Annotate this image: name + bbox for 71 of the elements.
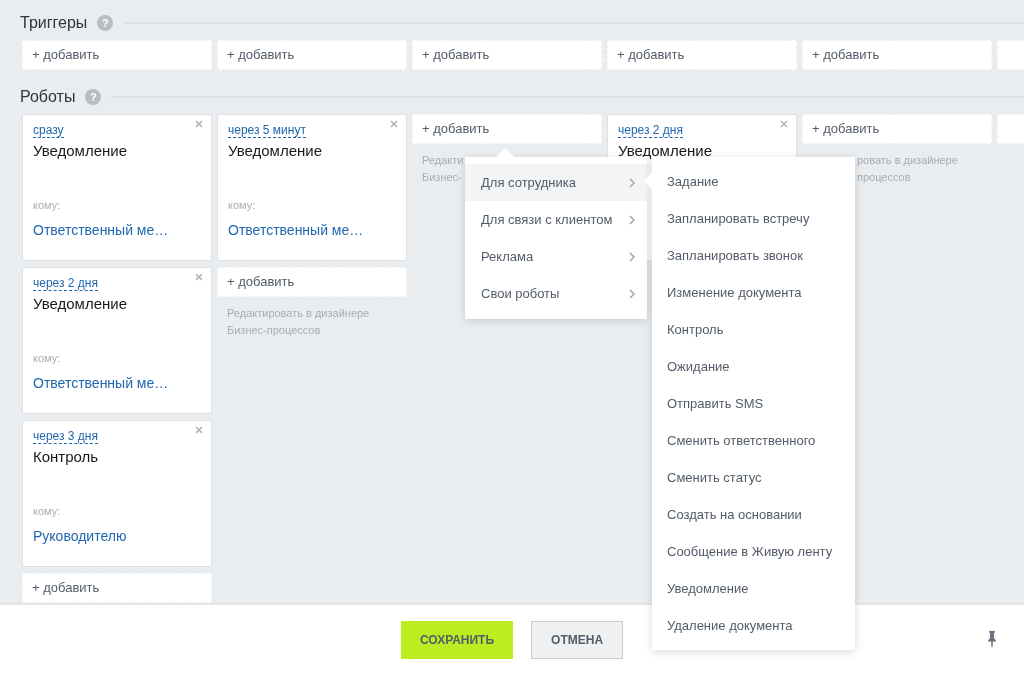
add-slot[interactable]: + добавить (412, 114, 602, 144)
section-title: Триггеры (20, 15, 88, 31)
submenu-item[interactable]: Запланировать встречу (652, 200, 855, 237)
add-link[interactable]: + добавить (617, 45, 685, 65)
recipient-label: кому: (228, 198, 257, 213)
submenu-item[interactable]: Сменить статус (652, 459, 855, 496)
submenu-item[interactable]: Уведомление (652, 570, 855, 607)
add-link[interactable]: + добавить (32, 45, 100, 65)
close-icon[interactable] (195, 120, 203, 128)
add-link[interactable]: + добавить (227, 45, 295, 65)
add-slot[interactable]: + добавить (217, 40, 407, 70)
close-icon[interactable] (390, 120, 398, 128)
menu-item[interactable]: Реклама (465, 238, 647, 275)
close-icon[interactable] (195, 273, 203, 281)
recipient-label: кому: (33, 504, 62, 519)
menu-item[interactable]: Для связи с клиентом (465, 201, 647, 238)
add-slot[interactable]: + добавить (22, 40, 212, 70)
submenu-item[interactable]: Удаление документа (652, 607, 855, 644)
recipient-link[interactable]: Ответственный ме… (33, 219, 201, 241)
submenu-item[interactable]: Запланировать звонок (652, 237, 855, 274)
robot-card[interactable]: сразу Уведомление кому: Ответственный ме… (22, 114, 212, 261)
add-slot[interactable]: + добавить (22, 573, 212, 603)
close-icon[interactable] (780, 120, 788, 128)
submenu-item[interactable]: Изменение документа (652, 274, 855, 311)
submenu-item[interactable]: Задание (652, 163, 855, 200)
add-link[interactable]: + добавить (32, 578, 100, 598)
delay-link[interactable]: сразу (33, 123, 64, 138)
menu-item[interactable]: Свои роботы (465, 275, 647, 312)
add-link[interactable]: + добавить (812, 119, 880, 139)
add-link[interactable]: + добавить (422, 119, 490, 139)
add-slot[interactable]: + добавить (802, 114, 992, 144)
recipient-link[interactable]: Ответственный ме… (228, 219, 396, 241)
robot-card[interactable]: через 3 дня Контроль кому: Руководителю (22, 420, 212, 567)
robot-title: Уведомление (618, 143, 713, 159)
submenu-item[interactable]: Ожидание (652, 348, 855, 385)
submenu-item[interactable]: Отправить SMS (652, 385, 855, 422)
submenu-item[interactable]: Сообщение в Живую ленту (652, 533, 855, 570)
close-icon[interactable] (195, 426, 203, 434)
recipient-link[interactable]: Руководителю (33, 525, 201, 547)
add-slot[interactable]: + добавить (607, 40, 797, 70)
robot-title: Уведомление (33, 296, 128, 312)
delay-link[interactable]: через 2 дня (33, 276, 98, 291)
robot-card[interactable]: через 5 минут Уведомление кому: Ответственный ме… (217, 114, 407, 261)
add-link[interactable]: + добавить (422, 45, 490, 65)
cancel-button[interactable]: ОТМЕНА (531, 620, 624, 659)
submenu-item[interactable]: Создать на основании (652, 496, 855, 533)
add-link[interactable]: + добавить (812, 45, 880, 65)
robot-card[interactable]: через 2 дня Уведомление кому: Ответственный ме… (22, 267, 212, 414)
submenu-item[interactable]: Контроль (652, 311, 855, 348)
delay-link[interactable]: через 5 минут (228, 123, 306, 138)
add-slot[interactable]: + добавить (412, 40, 602, 70)
delay-link[interactable]: через 2 дня (618, 123, 683, 138)
pin-icon[interactable] (987, 631, 997, 647)
section-title: Роботы (20, 89, 76, 105)
recipient-label: кому: (33, 351, 62, 366)
add-link[interactable]: + добавить (227, 272, 295, 292)
add-slot[interactable]: + добавить (802, 40, 992, 70)
chevron-right-icon (629, 251, 635, 262)
add-slot[interactable]: + добавить (217, 267, 407, 297)
robot-title: Контроль (33, 449, 100, 465)
chevron-right-icon (629, 177, 635, 188)
menu-item[interactable]: Для сотрудника (465, 164, 647, 201)
robot-title: Уведомление (228, 143, 323, 159)
chevron-right-icon (629, 288, 635, 299)
recipient-link[interactable]: Ответственный ме… (33, 372, 201, 394)
robot-title: Уведомление (33, 143, 128, 159)
recipient-label: кому: (33, 198, 62, 213)
delay-link[interactable]: через 3 дня (33, 429, 98, 444)
submenu-item[interactable]: Сменить ответственного (652, 422, 855, 459)
save-button[interactable]: СОХРАНИТЬ (400, 620, 514, 659)
chevron-right-icon (629, 214, 635, 225)
